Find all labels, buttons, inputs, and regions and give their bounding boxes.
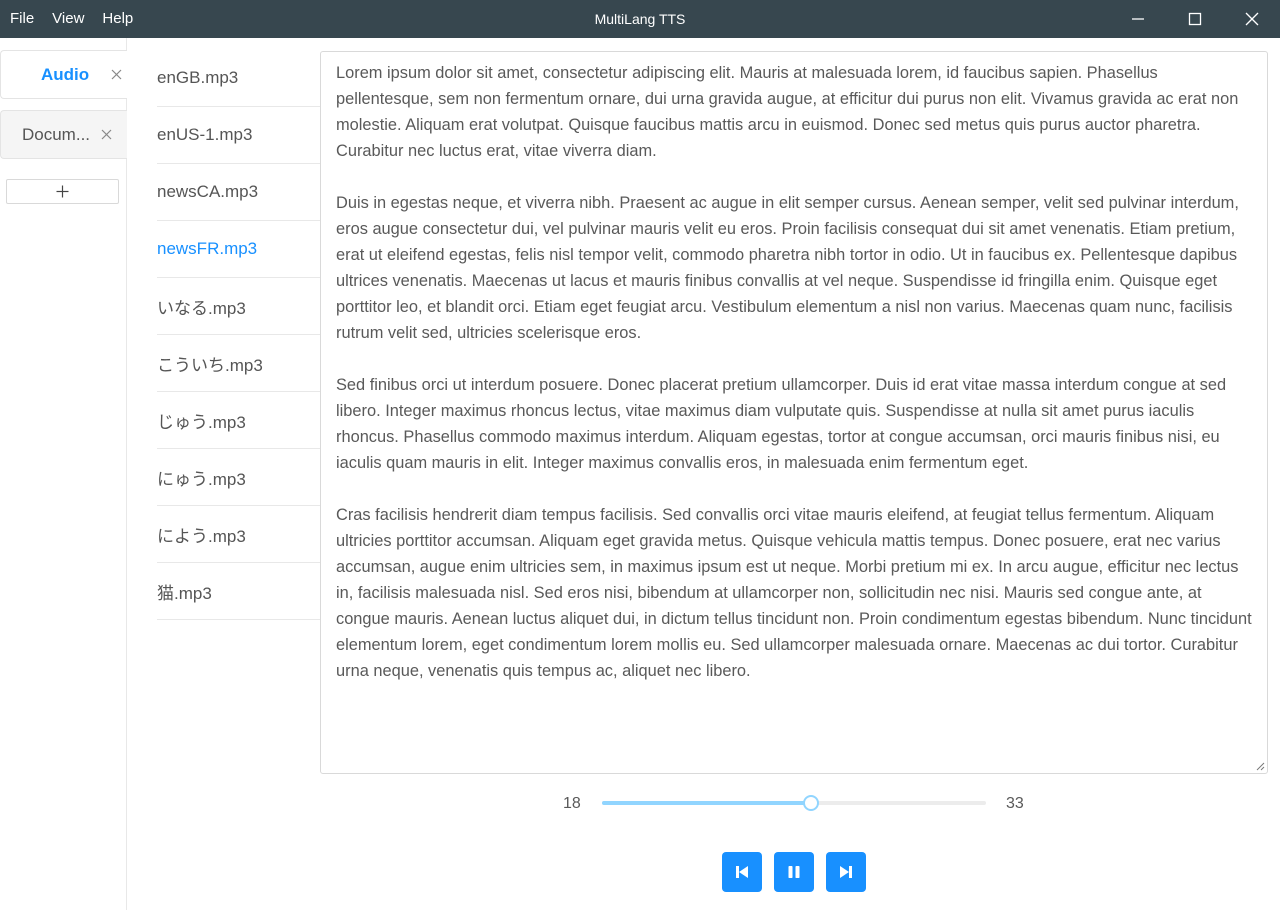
file-item-neko[interactable]: 猫.mp3: [157, 563, 320, 620]
player-controls: [722, 852, 878, 892]
title-bar: File View Help MultiLang TTS: [0, 0, 1280, 38]
tab-close-button[interactable]: [96, 125, 116, 145]
file-item-inaru[interactable]: いなる.mp3: [157, 278, 320, 335]
slider-fill: [602, 801, 812, 805]
maximize-button[interactable]: [1166, 0, 1223, 38]
paragraph: Lorem ipsum dolor sit amet, consectetur …: [336, 64, 1239, 160]
tab-close-button[interactable]: [106, 65, 126, 85]
file-item-kouichi[interactable]: こういち.mp3: [157, 335, 320, 392]
file-list: enGB.mp3 enUS-1.mp3 newsCA.mp3 newsFR.mp…: [157, 50, 320, 620]
previous-button[interactable]: [722, 852, 762, 892]
plus-icon: [56, 185, 69, 198]
pause-button[interactable]: [774, 852, 814, 892]
minimize-button[interactable]: [1109, 0, 1166, 38]
document-text-area[interactable]: Lorem ipsum dolor sit amet, consectetur …: [320, 51, 1268, 774]
window-title: MultiLang TTS: [594, 11, 686, 27]
file-item-nyuu[interactable]: にゅう.mp3: [157, 449, 320, 506]
pause-icon: [788, 866, 800, 878]
tab-audio[interactable]: Audio: [0, 50, 127, 99]
resize-grip-icon[interactable]: [1255, 761, 1265, 771]
file-item-juu[interactable]: じゅう.mp3: [157, 392, 320, 449]
file-item-engb[interactable]: enGB.mp3: [157, 50, 320, 107]
document-text: Lorem ipsum dolor sit amet, consectetur …: [321, 52, 1267, 684]
tab-label: Docum...: [22, 124, 90, 144]
add-tab-button[interactable]: [6, 179, 119, 204]
file-item-enus-1[interactable]: enUS-1.mp3: [157, 107, 320, 164]
menu-view[interactable]: View: [43, 0, 93, 38]
skip-next-icon: [840, 866, 852, 878]
slider-max-label: 33: [1006, 795, 1024, 812]
maximize-icon: [1188, 12, 1201, 26]
minimize-icon: [1131, 18, 1144, 20]
tab-label: Audio: [41, 64, 90, 84]
close-icon: [1245, 12, 1258, 26]
next-button[interactable]: [826, 852, 866, 892]
menu-help[interactable]: Help: [93, 0, 142, 38]
close-window-button[interactable]: [1223, 0, 1280, 38]
tab-documents[interactable]: Docum...: [0, 110, 127, 159]
paragraph: Duis in egestas neque, et viverra nibh. …: [336, 194, 1239, 342]
slider-track[interactable]: [602, 795, 986, 811]
close-icon: [111, 69, 121, 80]
playback-slider-row: 18 33: [320, 790, 1268, 820]
slider-min-label: 18: [563, 795, 581, 812]
window-controls: [1109, 0, 1280, 38]
file-item-newsca[interactable]: newsCA.mp3: [157, 164, 320, 221]
close-icon: [101, 129, 111, 140]
menu-bar: File View Help: [0, 0, 142, 38]
file-item-niyou[interactable]: によう.mp3: [157, 506, 320, 563]
skip-previous-icon: [736, 866, 748, 878]
menu-file[interactable]: File: [0, 0, 43, 38]
paragraph: Sed finibus orci ut interdum posuere. Do…: [336, 376, 1227, 472]
slider-handle[interactable]: [803, 795, 820, 811]
paragraph: Cras facilisis hendrerit diam tempus fac…: [336, 506, 1252, 680]
tab-bar: Audio Docum...: [0, 38, 127, 910]
file-item-newsfr[interactable]: newsFR.mp3: [157, 221, 320, 278]
